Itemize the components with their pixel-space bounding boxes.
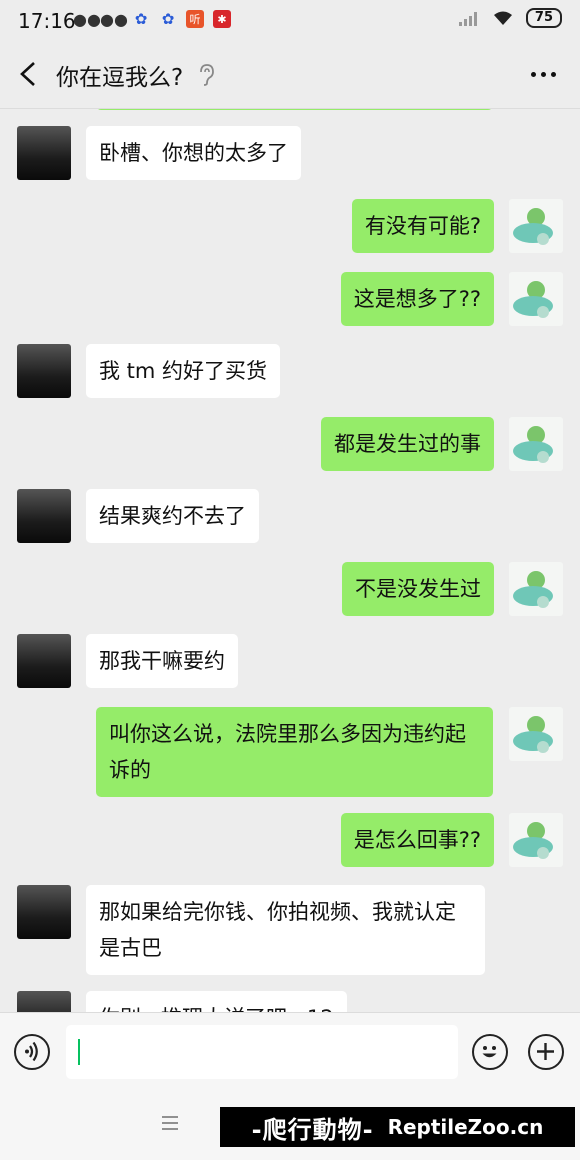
avatar-contact[interactable] (17, 634, 71, 688)
chat-header: 你在逗我么? (0, 40, 580, 109)
message-bubble[interactable]: 你别...推理太详了吧...12 (86, 991, 347, 1012)
signal-icon (458, 12, 477, 26)
baidu-paw-icon: ✿ (134, 10, 148, 28)
message-bubble[interactable]: 有没有可能? (351, 199, 494, 253)
chat-messages[interactable]: 卧槽、你想的太多了 有没有可能? 这是想多了?? 我 tm 约好了买货 都是发生… (0, 109, 580, 1012)
wifi-icon (493, 11, 512, 25)
battery-indicator: 75 (525, 8, 562, 28)
wechat-icon-2: ●● (100, 9, 128, 29)
ear-icon (200, 64, 214, 86)
message-bubble[interactable]: 卧槽、你想的太多了 (86, 126, 301, 180)
notification-icons: ●● ●● ✿ ✿ 听 ✱ (73, 9, 231, 29)
red-app-icon: ✱ (213, 10, 231, 28)
avatar-self[interactable] (509, 813, 563, 867)
input-bar (0, 1012, 580, 1093)
voice-icon (25, 1041, 38, 1062)
message-bubble[interactable]: 那如果给完你钱、你拍视频、我就认定是古巴 (86, 885, 485, 975)
system-nav-bar: -爬行動物- ReptileZoo.cn (0, 1092, 580, 1160)
watermark-cn: -爬行動物- (251, 1115, 374, 1144)
watermark-en: ReptileZoo.cn (387, 1115, 544, 1139)
avatar-contact[interactable] (17, 489, 71, 543)
text-cursor (78, 1039, 80, 1065)
more-functions-button[interactable] (528, 1034, 564, 1070)
baidu-paw-icon-2: ✿ (161, 10, 175, 28)
smiley-icon (482, 1046, 497, 1058)
avatar-contact[interactable] (17, 344, 71, 398)
more-options-icon[interactable] (531, 72, 556, 77)
plus-icon (537, 1043, 554, 1060)
back-arrow-icon[interactable] (16, 60, 42, 88)
watermark: -爬行動物- ReptileZoo.cn (220, 1107, 575, 1147)
avatar-self[interactable] (509, 272, 563, 326)
status-bar: 17:16 ●● ●● ✿ ✿ 听 ✱ 75 (0, 0, 580, 40)
message-bubble[interactable]: 是怎么回事?? (340, 813, 494, 867)
message-bubble[interactable]: 结果爽约不去了 (86, 489, 259, 543)
avatar-self[interactable] (509, 417, 563, 471)
avatar-contact[interactable] (17, 126, 71, 180)
avatar-contact[interactable] (17, 885, 71, 939)
message-bubble[interactable]: 叫你这么说，法院里那么多因为违约起诉的 (96, 707, 493, 797)
message-bubble[interactable]: 那我干嘛要约 (86, 634, 238, 688)
voice-input-button[interactable] (14, 1034, 50, 1070)
chat-title: 你在逗我么? (56, 65, 184, 91)
message-bubble[interactable]: 不是没发生过 (342, 562, 494, 616)
avatar-self[interactable] (509, 707, 563, 761)
message-bubble[interactable]: 这是想多了?? (340, 272, 494, 326)
message-input[interactable] (66, 1025, 458, 1079)
emoji-button[interactable] (472, 1034, 508, 1070)
message-bubble[interactable]: 都是发生过的事 (321, 417, 494, 471)
message-bubble-partial (96, 109, 493, 110)
message-bubble[interactable]: 我 tm 约好了买货 (86, 344, 281, 398)
status-right: 75 (458, 8, 562, 28)
status-time: 17:16 (18, 9, 76, 33)
menu-icon[interactable] (162, 1116, 178, 1130)
avatar-self[interactable] (509, 562, 563, 616)
listen-app-icon: 听 (186, 10, 204, 28)
avatar-self[interactable] (509, 199, 563, 253)
avatar-contact[interactable] (17, 991, 71, 1012)
wechat-icon: ●● (73, 9, 101, 29)
